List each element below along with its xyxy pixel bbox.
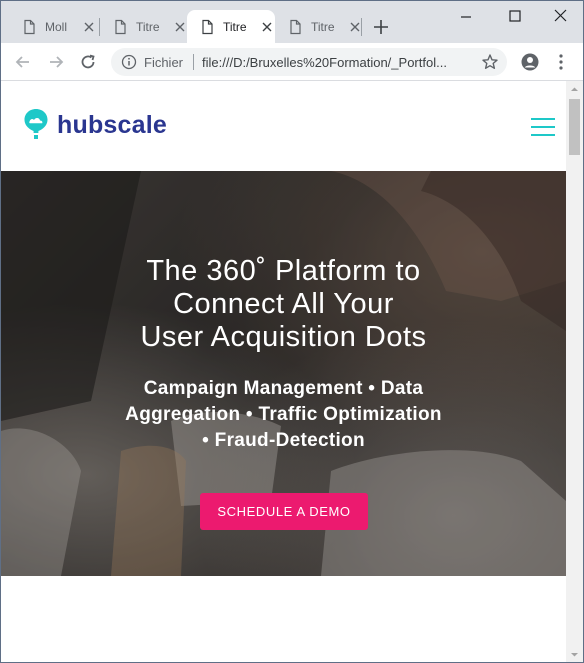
close-icon[interactable] [83,21,95,33]
hero-subtitle-line: • Fraud-Detection [202,430,365,451]
tab-strip: Moll Titre Titre Titre [1,1,583,43]
plus-icon[interactable] [371,17,391,37]
schedule-demo-button[interactable]: SCHEDULE A DEMO [200,493,368,530]
back-arrow-icon[interactable] [13,52,33,72]
profile-icon[interactable] [520,52,540,72]
tab-title: Moll [45,19,68,34]
close-icon[interactable] [261,21,273,33]
tab-3[interactable]: Titre [275,10,361,43]
url-text[interactable]: file:///D:/Bruxelles%20Formation/_Portfo… [202,55,470,70]
scroll-down-arrow-icon[interactable] [566,646,583,663]
map-pin-icon[interactable] [23,108,49,140]
brand-logo[interactable]: hubscale [57,111,167,140]
tab-title: Titre [136,19,160,34]
hero-title-line: The 360˚ Platform to [146,255,421,287]
hero-title-line: Connect All Your [173,288,394,320]
vertical-scrollbar[interactable] [566,81,583,663]
reload-icon[interactable] [78,52,98,72]
hamburger-icon[interactable] [530,117,556,137]
hero-title-line: User Acquisition Dots [140,321,427,353]
kebab-menu-icon[interactable] [554,52,568,72]
maximize-icon[interactable] [505,7,525,27]
doc-icon [290,19,301,34]
window-close-icon[interactable] [551,7,571,27]
hero-subtitle: Campaign Management • Data Aggregation •… [101,376,466,454]
site-header: hubscale [1,81,566,171]
close-icon[interactable] [349,21,361,33]
scrollbar-thumb[interactable] [569,99,580,155]
hero-subtitle-line: Campaign Management • Data [143,378,424,399]
tab-separator [361,18,362,36]
minimize-icon[interactable] [456,7,476,27]
tab-title: Titre [223,19,247,34]
page-viewport: hubscale The 360˚ Platform to Connect Al… [1,81,566,662]
address-bar[interactable]: Fichier file:///D:/Bruxelles%20Formation… [111,48,507,76]
tab-1[interactable]: Titre [100,10,186,43]
address-separator [193,54,194,70]
star-icon[interactable] [481,53,499,71]
forward-arrow-icon[interactable] [46,52,66,72]
hero-section: The 360˚ Platform to Connect All Your Us… [1,171,566,576]
browser-window: Moll Titre Titre Titre Fichier file:///D… [0,0,584,663]
doc-icon [115,19,126,34]
hero-title: The 360˚ Platform to Connect All Your Us… [61,255,506,354]
doc-icon [24,19,35,34]
tab-2-active[interactable]: Titre [187,10,275,43]
scroll-up-arrow-icon[interactable] [566,81,583,98]
tab-title: Titre [311,19,335,34]
close-icon[interactable] [174,21,186,33]
info-icon[interactable] [121,54,137,70]
scheme-label: Fichier [144,55,184,70]
browser-toolbar: Fichier file:///D:/Bruxelles%20Formation… [1,43,583,81]
tab-0[interactable]: Moll [9,10,99,43]
hero-subtitle-line: Aggregation • Traffic Optimization [125,404,442,425]
doc-icon [202,19,213,34]
